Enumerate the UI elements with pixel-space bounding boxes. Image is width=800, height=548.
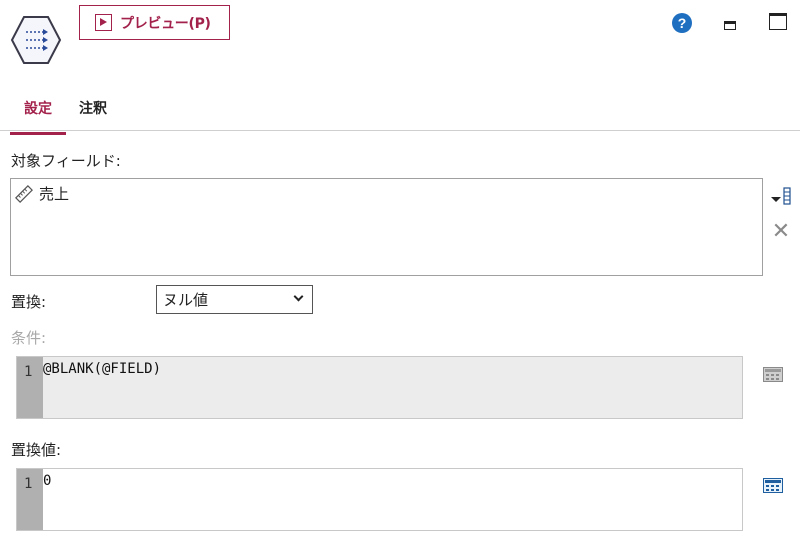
expression-builder-icon[interactable] — [763, 478, 783, 493]
replace-selected-value: ヌル値 — [163, 291, 209, 309]
field-name: 売上 — [39, 185, 70, 203]
replace-value-editor[interactable]: 1 0 — [16, 468, 743, 531]
chevron-down-icon — [293, 291, 304, 302]
expression-builder-icon[interactable] — [763, 367, 783, 382]
target-fields-list[interactable]: 売上 — [10, 178, 763, 276]
play-icon — [95, 14, 112, 31]
remove-field-icon[interactable]: ✕ — [771, 221, 791, 243]
replace-select[interactable]: ヌル値 — [156, 285, 313, 314]
node-type-icon — [10, 16, 62, 64]
preview-button-label: プレビュー(P) — [120, 15, 211, 32]
condition-editor[interactable]: 1 @BLANK(@FIELD) — [16, 356, 743, 419]
preview-button[interactable]: プレビュー(P) — [79, 5, 230, 40]
list-item[interactable]: 売上 — [15, 183, 69, 204]
help-icon[interactable]: ? — [672, 13, 692, 33]
maximize-icon[interactable] — [769, 13, 787, 30]
minimize-icon[interactable] — [724, 21, 736, 30]
field-picker-icon[interactable] — [770, 186, 792, 206]
replace-value-code: 0 — [43, 473, 52, 489]
ruler-icon — [15, 184, 33, 203]
condition-code: @BLANK(@FIELD) — [43, 357, 742, 418]
line-number: 1 — [17, 357, 43, 418]
replace-label: 置換: — [11, 293, 47, 311]
line-number: 1 — [17, 469, 43, 530]
replace-value-label: 置換値: — [11, 441, 62, 459]
condition-label: 条件: — [11, 329, 47, 347]
target-fields-label: 対象フィールド: — [11, 152, 121, 170]
tab-annotations[interactable]: 注釈 — [79, 98, 107, 132]
tab-divider — [0, 130, 800, 131]
